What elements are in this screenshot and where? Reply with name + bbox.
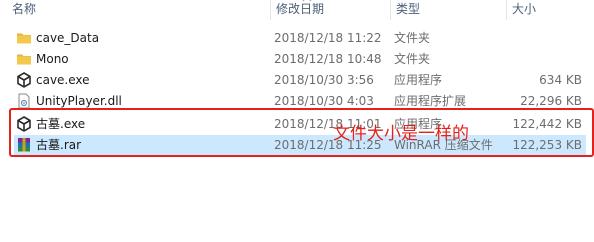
column-header-type[interactable]: 类型 [392, 0, 506, 20]
file-type: 应用程序 [394, 73, 443, 87]
column-header-name[interactable]: 名称 [8, 0, 270, 20]
file-type: 文件夹 [394, 52, 431, 66]
column-header-size[interactable]: 大小 [508, 0, 588, 20]
file-size: 634 KB [539, 73, 582, 87]
file-date: 2018/12/18 10:48 [274, 52, 382, 66]
file-name: cave.exe [36, 73, 90, 87]
highlight-box [9, 108, 594, 157]
file-name: cave_Data [36, 31, 100, 45]
column-divider[interactable] [270, 0, 271, 20]
dll-icon [18, 93, 30, 109]
file-date: 2018/10/30 3:56 [274, 73, 374, 87]
annotation-text: 文件大小是一样的 [333, 124, 469, 144]
file-date: 2018/12/18 11:22 [274, 31, 382, 45]
file-name: Mono [36, 52, 69, 66]
folder-icon [17, 33, 31, 44]
file-row[interactable]: cave_Data 2018/12/18 11:22 文件夹 [14, 28, 586, 48]
column-divider[interactable] [390, 0, 391, 20]
column-divider[interactable] [506, 0, 507, 20]
folder-icon [17, 54, 31, 65]
file-type: 文件夹 [394, 31, 431, 45]
unity-icon [17, 72, 31, 88]
file-row[interactable]: cave.exe 2018/10/30 3:56 应用程序 634 KB [14, 70, 586, 90]
column-header-bar: 名称 修改日期 类型 大小 [0, 0, 594, 20]
file-row[interactable]: Mono 2018/12/18 10:48 文件夹 [14, 49, 586, 69]
column-header-date[interactable]: 修改日期 [272, 0, 390, 20]
